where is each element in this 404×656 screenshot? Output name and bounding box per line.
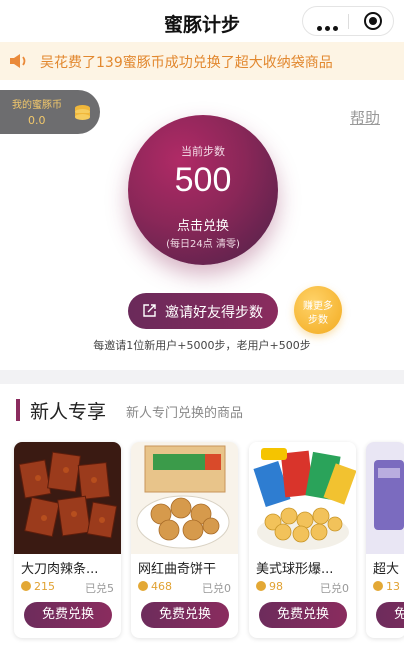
coin-stack-icon [75,105,90,120]
wallet-badge[interactable]: 我的蜜豚币 0.0 [0,90,100,134]
invite-button-label: 邀请好友得步数 [165,305,263,321]
section-accent-bar [16,399,20,421]
product-card[interactable]: 大刀肉辣条... 215 已兑5 免费兑换 [14,442,121,638]
product-sold: 已兑5 [85,582,114,595]
earn-more-line1: 赚更多 [303,301,333,312]
notice-bar: 吴花费了139蜜豚币成功兑换了超大收纳袋商品 [0,42,404,80]
product-card[interactable]: 超大 13 免费兑换 [366,442,404,638]
product-price: 215 [21,580,55,593]
product-image-cookies [131,442,238,554]
steps-label: 当前步数 [181,145,225,158]
free-exchange-button[interactable]: 免费兑换 [141,602,229,628]
product-name: 网红曲奇饼干 [138,562,217,577]
product-image-spicy-strips [14,442,121,554]
coin-icon [21,581,31,591]
steps-exchange-circle[interactable]: 当前步数 500 点击兑换 (每日24点 清零) [128,115,278,265]
product-price: 13 [373,580,400,593]
product-sold: 已兑0 [320,582,349,595]
newbie-section: 新人专享 新人专门兑换的商品 大刀肉辣条... 215 已兑5 免费兑换 网红曲… [0,384,404,656]
wallet-label: 我的蜜豚币 [12,100,62,111]
product-card[interactable]: 网红曲奇饼干 468 已兑0 免费兑换 [131,442,238,638]
mini-program-capsule [302,6,394,36]
invite-friends-button[interactable]: 邀请好友得步数 [128,293,278,329]
free-exchange-button[interactable]: 免费兑换 [376,602,404,628]
product-image-storage-bag [366,442,404,554]
section-title: 新人专享 [30,401,107,423]
steps-panel: 我的蜜豚币 0.0 帮助 当前步数 500 点击兑换 (每日24点 清零) 邀请… [0,80,404,370]
notice-text: 吴花费了139蜜豚币成功兑换了超大收纳袋商品 [40,55,333,71]
wallet-value: 0.0 [28,114,46,127]
top-bar: 蜜豚计步 [0,0,404,42]
product-name: 超大 [373,562,400,577]
close-target-icon[interactable] [364,12,382,30]
earn-more-steps-button[interactable]: 赚更多 步数 [294,286,342,334]
section-subtitle: 新人专门兑换的商品 [126,406,244,421]
product-price: 98 [256,580,283,593]
help-link[interactable]: 帮助 [350,107,380,128]
free-exchange-button[interactable]: 免费兑换 [24,602,112,628]
product-price: 468 [138,580,172,593]
product-name: 大刀肉辣条... [21,562,99,577]
speaker-icon [10,54,26,68]
free-exchange-button[interactable]: 免费兑换 [259,602,347,628]
exchange-action: 点击兑换 [176,219,229,234]
steps-value: 500 [174,161,232,199]
product-sold: 已兑0 [202,582,231,595]
coin-icon [138,581,148,591]
product-name: 美式球形爆... [256,562,334,577]
share-icon [143,304,156,317]
coin-icon [256,581,266,591]
invite-rule-text: 每邀请1位新用户+5000步，老用户+500步 [93,339,311,352]
reset-note: (每日24点 清零) [166,239,240,250]
earn-more-line2: 步数 [308,315,328,326]
more-icon[interactable] [317,16,341,35]
coin-icon [373,581,383,591]
product-card[interactable]: 美式球形爆... 98 已兑0 免费兑换 [249,442,356,638]
capsule-divider [348,14,349,29]
product-image-popcorn [249,442,356,554]
